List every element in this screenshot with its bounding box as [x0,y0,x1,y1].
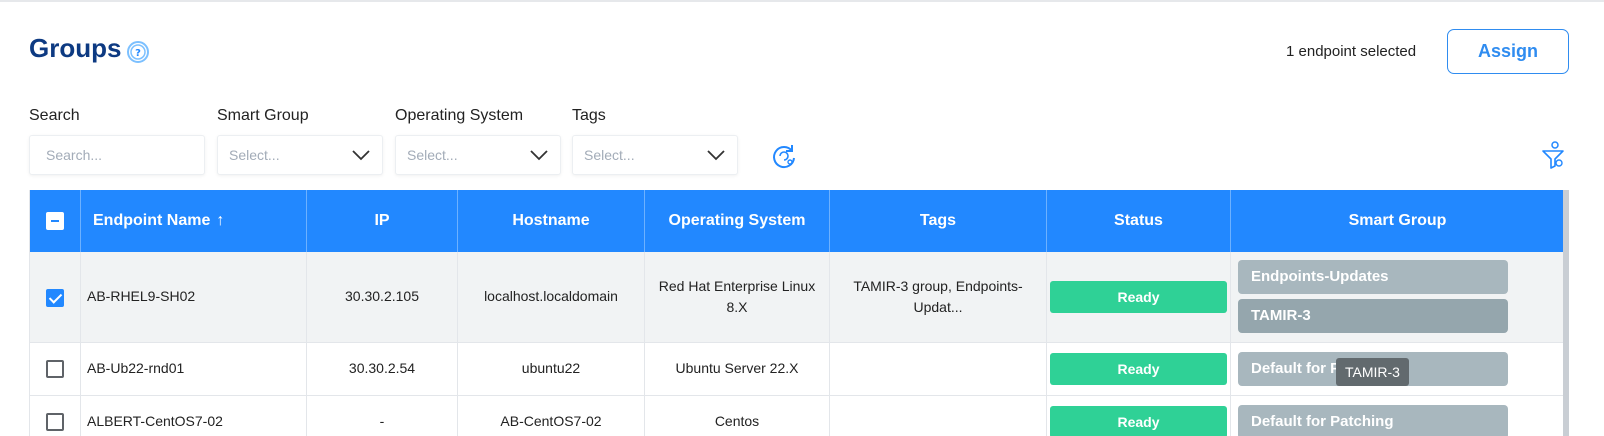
ip-cell: - [306,395,458,436]
tags-placeholder: Select... [584,147,635,163]
smart-group-select[interactable]: Select... [217,135,383,175]
column-header-endpoint-name[interactable]: Endpoint Name ↑ [80,190,307,252]
hostname-cell: localhost.localdomain [457,252,645,343]
os-select[interactable]: Select... [395,135,561,175]
os-label: Operating System [395,107,524,124]
row-checkbox[interactable] [46,412,64,431]
row-checkbox[interactable] [46,360,64,379]
column-header-hostname[interactable]: Hostname [457,190,645,252]
svg-text:?: ? [135,48,141,59]
status-badge: Ready [1050,405,1227,436]
ip-cell: 30.30.2.54 [306,342,458,396]
chevron-down-icon [530,150,548,161]
table-header-row: Endpoint Name ↑ IP Hostname Operating Sys… [29,190,1565,252]
smart-group-chip[interactable]: Endpoints-Updates [1238,260,1508,295]
endpoint-name-cell: ALBERT-CentOS7-02 [80,395,307,436]
os-cell: Red Hat Enterprise Linux 8.X [644,252,830,343]
hostname-cell: AB-CentOS7-02 [457,395,645,436]
table-row[interactable]: AB-Ub22-rnd01 30.30.2.54 ubuntu22 Ubuntu… [29,342,1565,396]
tags-cell [829,395,1047,436]
os-cell: Ubuntu Server 22.X [644,342,830,396]
tags-label: Tags [572,107,606,124]
sort-ascending-icon: ↑ [216,212,225,229]
endpoints-table: Endpoint Name ↑ IP Hostname Operating Sys… [29,190,1569,436]
column-header-operating-system[interactable]: Operating System [644,190,830,252]
endpoint-name-cell: AB-RHEL9-SH02 [80,252,307,343]
smart-group-label: Smart Group [217,107,309,124]
ip-cell: 30.30.2.105 [306,252,458,343]
os-placeholder: Select... [407,147,458,163]
page-title: Groups [29,33,122,63]
os-cell: Centos [644,395,830,436]
assign-button[interactable]: Assign [1447,29,1569,74]
search-label: Search [29,107,80,124]
reset-icon[interactable] [770,142,798,170]
tags-select[interactable]: Select... [572,135,738,175]
chevron-down-icon [707,150,725,161]
tags-cell: TAMIR-3 group, Endpoints-Updat... [829,252,1047,343]
help-icon[interactable]: ? [126,40,150,64]
table-scrollbar[interactable] [1563,190,1569,436]
smart-group-placeholder: Select... [229,147,280,163]
top-divider [0,0,1604,2]
filter-settings-icon[interactable] [1541,140,1565,170]
endpoint-name-cell: AB-Ub22-rnd01 [80,342,307,396]
column-header-ip[interactable]: IP [306,190,458,252]
hostname-cell: ubuntu22 [457,342,645,396]
column-header-tags[interactable]: Tags [829,190,1047,252]
tags-cell [829,342,1047,396]
smart-group-chip[interactable]: TAMIR-3 [1238,299,1508,334]
column-header-smart-group[interactable]: Smart Group [1230,190,1565,252]
selection-count: 1 endpoint selected [1286,43,1417,60]
column-header-status[interactable]: Status [1046,190,1231,252]
select-all-checkbox[interactable] [46,211,64,230]
select-all-header[interactable] [29,190,81,252]
search-input[interactable] [29,135,205,175]
row-checkbox[interactable] [46,288,64,307]
table-row[interactable]: ALBERT-CentOS7-02 - AB-CentOS7-02 Centos… [29,395,1565,436]
chevron-down-icon [352,150,370,161]
status-badge: Ready [1050,352,1227,385]
status-badge: Ready [1050,280,1227,313]
tooltip: TAMIR-3 [1336,357,1409,386]
smart-group-chip[interactable]: Default for Patching [1238,404,1508,436]
table-row[interactable]: AB-RHEL9-SH02 30.30.2.105 localhost.loca… [29,252,1565,343]
